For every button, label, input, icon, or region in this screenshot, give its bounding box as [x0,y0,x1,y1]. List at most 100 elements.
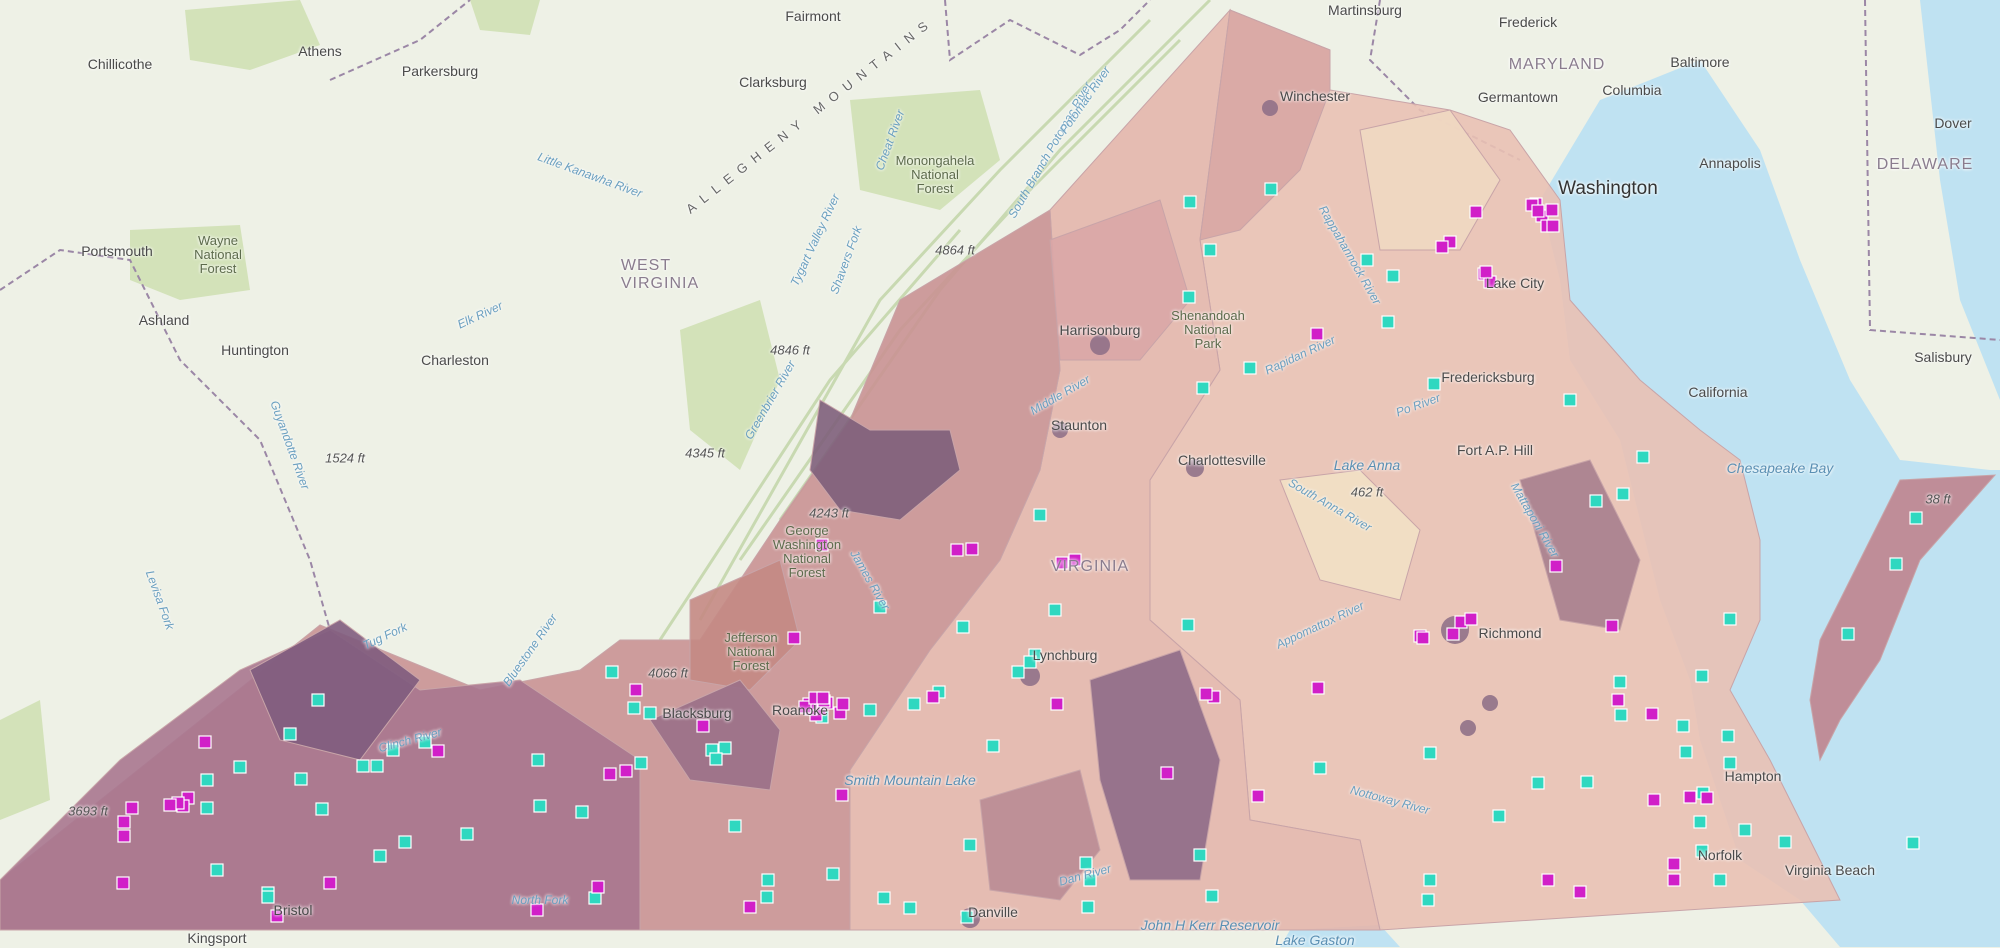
magenta-marker[interactable] [1545,203,1559,217]
teal-marker[interactable] [1205,889,1219,903]
teal-marker[interactable] [1589,494,1603,508]
magenta-marker[interactable] [1464,612,1478,626]
teal-marker[interactable] [460,827,474,841]
teal-marker[interactable] [1264,182,1278,196]
magenta-marker[interactable] [1446,627,1460,641]
teal-marker[interactable] [1081,900,1095,914]
magenta-marker[interactable] [619,764,633,778]
teal-marker[interactable] [1841,627,1855,641]
teal-marker[interactable] [728,819,742,833]
teal-marker[interactable] [1909,511,1923,525]
teal-marker[interactable] [1203,243,1217,257]
teal-marker[interactable] [398,835,412,849]
magenta-marker[interactable] [117,829,131,843]
magenta-marker[interactable] [1611,693,1625,707]
magenta-marker[interactable] [603,767,617,781]
teal-marker[interactable] [1723,612,1737,626]
teal-marker[interactable] [373,849,387,863]
teal-marker[interactable] [1183,195,1197,209]
teal-marker[interactable] [1676,719,1690,733]
magenta-marker[interactable] [163,798,177,812]
magenta-marker[interactable] [125,801,139,815]
magenta-marker[interactable] [198,735,212,749]
teal-marker[interactable] [261,890,275,904]
teal-marker[interactable] [956,620,970,634]
magenta-marker[interactable] [1546,219,1560,233]
teal-marker[interactable] [634,756,648,770]
magenta-marker[interactable] [629,683,643,697]
teal-marker[interactable] [1614,708,1628,722]
magenta-marker[interactable] [1469,205,1483,219]
magenta-marker[interactable] [1435,240,1449,254]
teal-marker[interactable] [907,697,921,711]
teal-marker[interactable] [1427,377,1441,391]
teal-marker[interactable] [370,759,384,773]
teal-marker[interactable] [356,759,370,773]
teal-marker[interactable] [311,693,325,707]
magenta-marker[interactable] [965,542,979,556]
teal-marker[interactable] [718,741,732,755]
magenta-marker[interactable] [787,631,801,645]
magenta-marker[interactable] [1531,204,1545,218]
magenta-marker[interactable] [743,900,757,914]
teal-marker[interactable] [1033,508,1047,522]
teal-marker[interactable] [1889,557,1903,571]
teal-marker[interactable] [1423,746,1437,760]
teal-marker[interactable] [1048,603,1062,617]
teal-marker[interactable] [877,891,891,905]
magenta-marker[interactable] [1573,885,1587,899]
teal-marker[interactable] [986,739,1000,753]
magenta-marker[interactable] [1700,791,1714,805]
magenta-marker[interactable] [950,543,964,557]
teal-marker[interactable] [1423,873,1437,887]
teal-marker[interactable] [643,706,657,720]
magenta-marker[interactable] [835,788,849,802]
teal-marker[interactable] [1381,315,1395,329]
magenta-marker[interactable] [1605,619,1619,633]
teal-marker[interactable] [233,760,247,774]
magenta-marker[interactable] [1683,790,1697,804]
teal-marker[interactable] [533,799,547,813]
magenta-marker[interactable] [1667,873,1681,887]
teal-marker[interactable] [826,867,840,881]
teal-marker[interactable] [1679,745,1693,759]
magenta-marker[interactable] [1050,697,1064,711]
teal-marker[interactable] [283,727,297,741]
teal-marker[interactable] [1906,836,1920,850]
teal-marker[interactable] [200,801,214,815]
teal-marker[interactable] [531,753,545,767]
magenta-marker[interactable] [431,744,445,758]
magenta-marker[interactable] [1311,681,1325,695]
teal-marker[interactable] [863,703,877,717]
teal-marker[interactable] [315,802,329,816]
magenta-marker[interactable] [1416,631,1430,645]
teal-marker[interactable] [1196,381,1210,395]
magenta-marker[interactable] [116,876,130,890]
magenta-marker[interactable] [1541,873,1555,887]
teal-marker[interactable] [1580,775,1594,789]
teal-marker[interactable] [627,701,641,715]
magenta-marker[interactable] [1251,789,1265,803]
teal-marker[interactable] [605,665,619,679]
teal-marker[interactable] [1313,761,1327,775]
teal-marker[interactable] [1563,393,1577,407]
teal-marker[interactable] [1011,665,1025,679]
teal-marker[interactable] [1778,835,1792,849]
teal-marker[interactable] [294,772,308,786]
magenta-marker[interactable] [836,697,850,711]
teal-marker[interactable] [1713,873,1727,887]
teal-marker[interactable] [1421,893,1435,907]
magenta-marker[interactable] [926,690,940,704]
teal-marker[interactable] [1492,809,1506,823]
teal-marker[interactable] [903,901,917,915]
teal-marker[interactable] [1531,776,1545,790]
teal-marker[interactable] [1193,848,1207,862]
teal-marker[interactable] [761,873,775,887]
magenta-marker[interactable] [1549,559,1563,573]
magenta-marker[interactable] [1160,766,1174,780]
teal-marker[interactable] [200,773,214,787]
teal-marker[interactable] [1695,669,1709,683]
teal-marker[interactable] [760,890,774,904]
teal-marker[interactable] [588,891,602,905]
teal-marker[interactable] [1721,729,1735,743]
